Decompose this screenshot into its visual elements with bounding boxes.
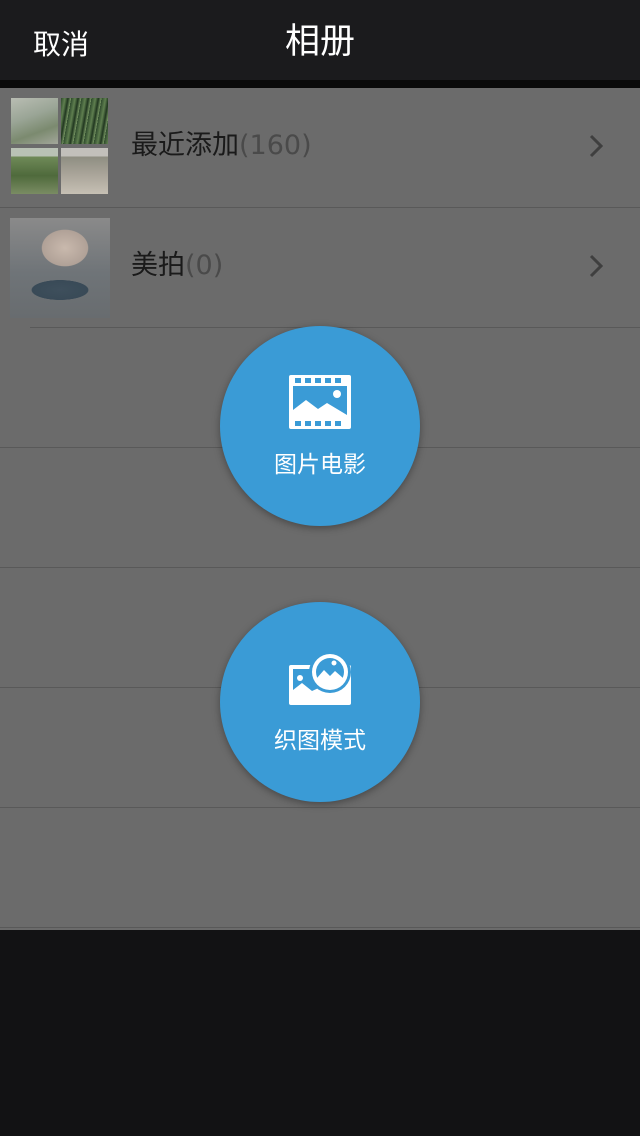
album-name: 美拍 — [131, 250, 185, 281]
thumbnail-photo — [61, 98, 108, 144]
album-row-meipai[interactable]: 美拍(0) — [0, 208, 640, 328]
navigation-bar: 取消 相册 — [0, 0, 640, 80]
screen: 取消 相册 最近添加(160) 美拍(0) 图片电影 织图模式 — [0, 0, 640, 1136]
album-count: (0) — [185, 250, 224, 281]
chevron-right-icon — [589, 254, 604, 278]
photo-movie-button[interactable]: 图片电影 — [220, 326, 420, 526]
album-title: 美拍(0) — [131, 248, 223, 284]
album-count: (160) — [239, 130, 312, 161]
thumbnail-photo — [11, 148, 58, 194]
collage-mode-button[interactable]: 织图模式 — [220, 602, 420, 802]
row-divider — [0, 807, 640, 808]
album-name: 最近添加 — [131, 130, 239, 161]
thumbnail-photo — [61, 148, 108, 194]
row-divider — [0, 567, 640, 568]
photo-movie-label: 图片电影 — [274, 452, 366, 478]
page-title: 相册 — [284, 22, 355, 62]
album-row-recent[interactable]: 最近添加(160) — [0, 88, 640, 208]
album-thumbnail-grid — [11, 98, 108, 198]
collage-mode-label: 织图模式 — [274, 728, 366, 754]
album-title: 最近添加(160) — [131, 128, 312, 164]
row-divider — [0, 927, 640, 928]
chevron-right-icon — [589, 134, 604, 158]
film-image-icon — [289, 375, 351, 429]
album-thumbnail — [10, 218, 110, 318]
thumbnail-photo — [11, 98, 58, 144]
picture-collage-icon — [289, 651, 351, 705]
navbar-divider — [0, 80, 640, 88]
